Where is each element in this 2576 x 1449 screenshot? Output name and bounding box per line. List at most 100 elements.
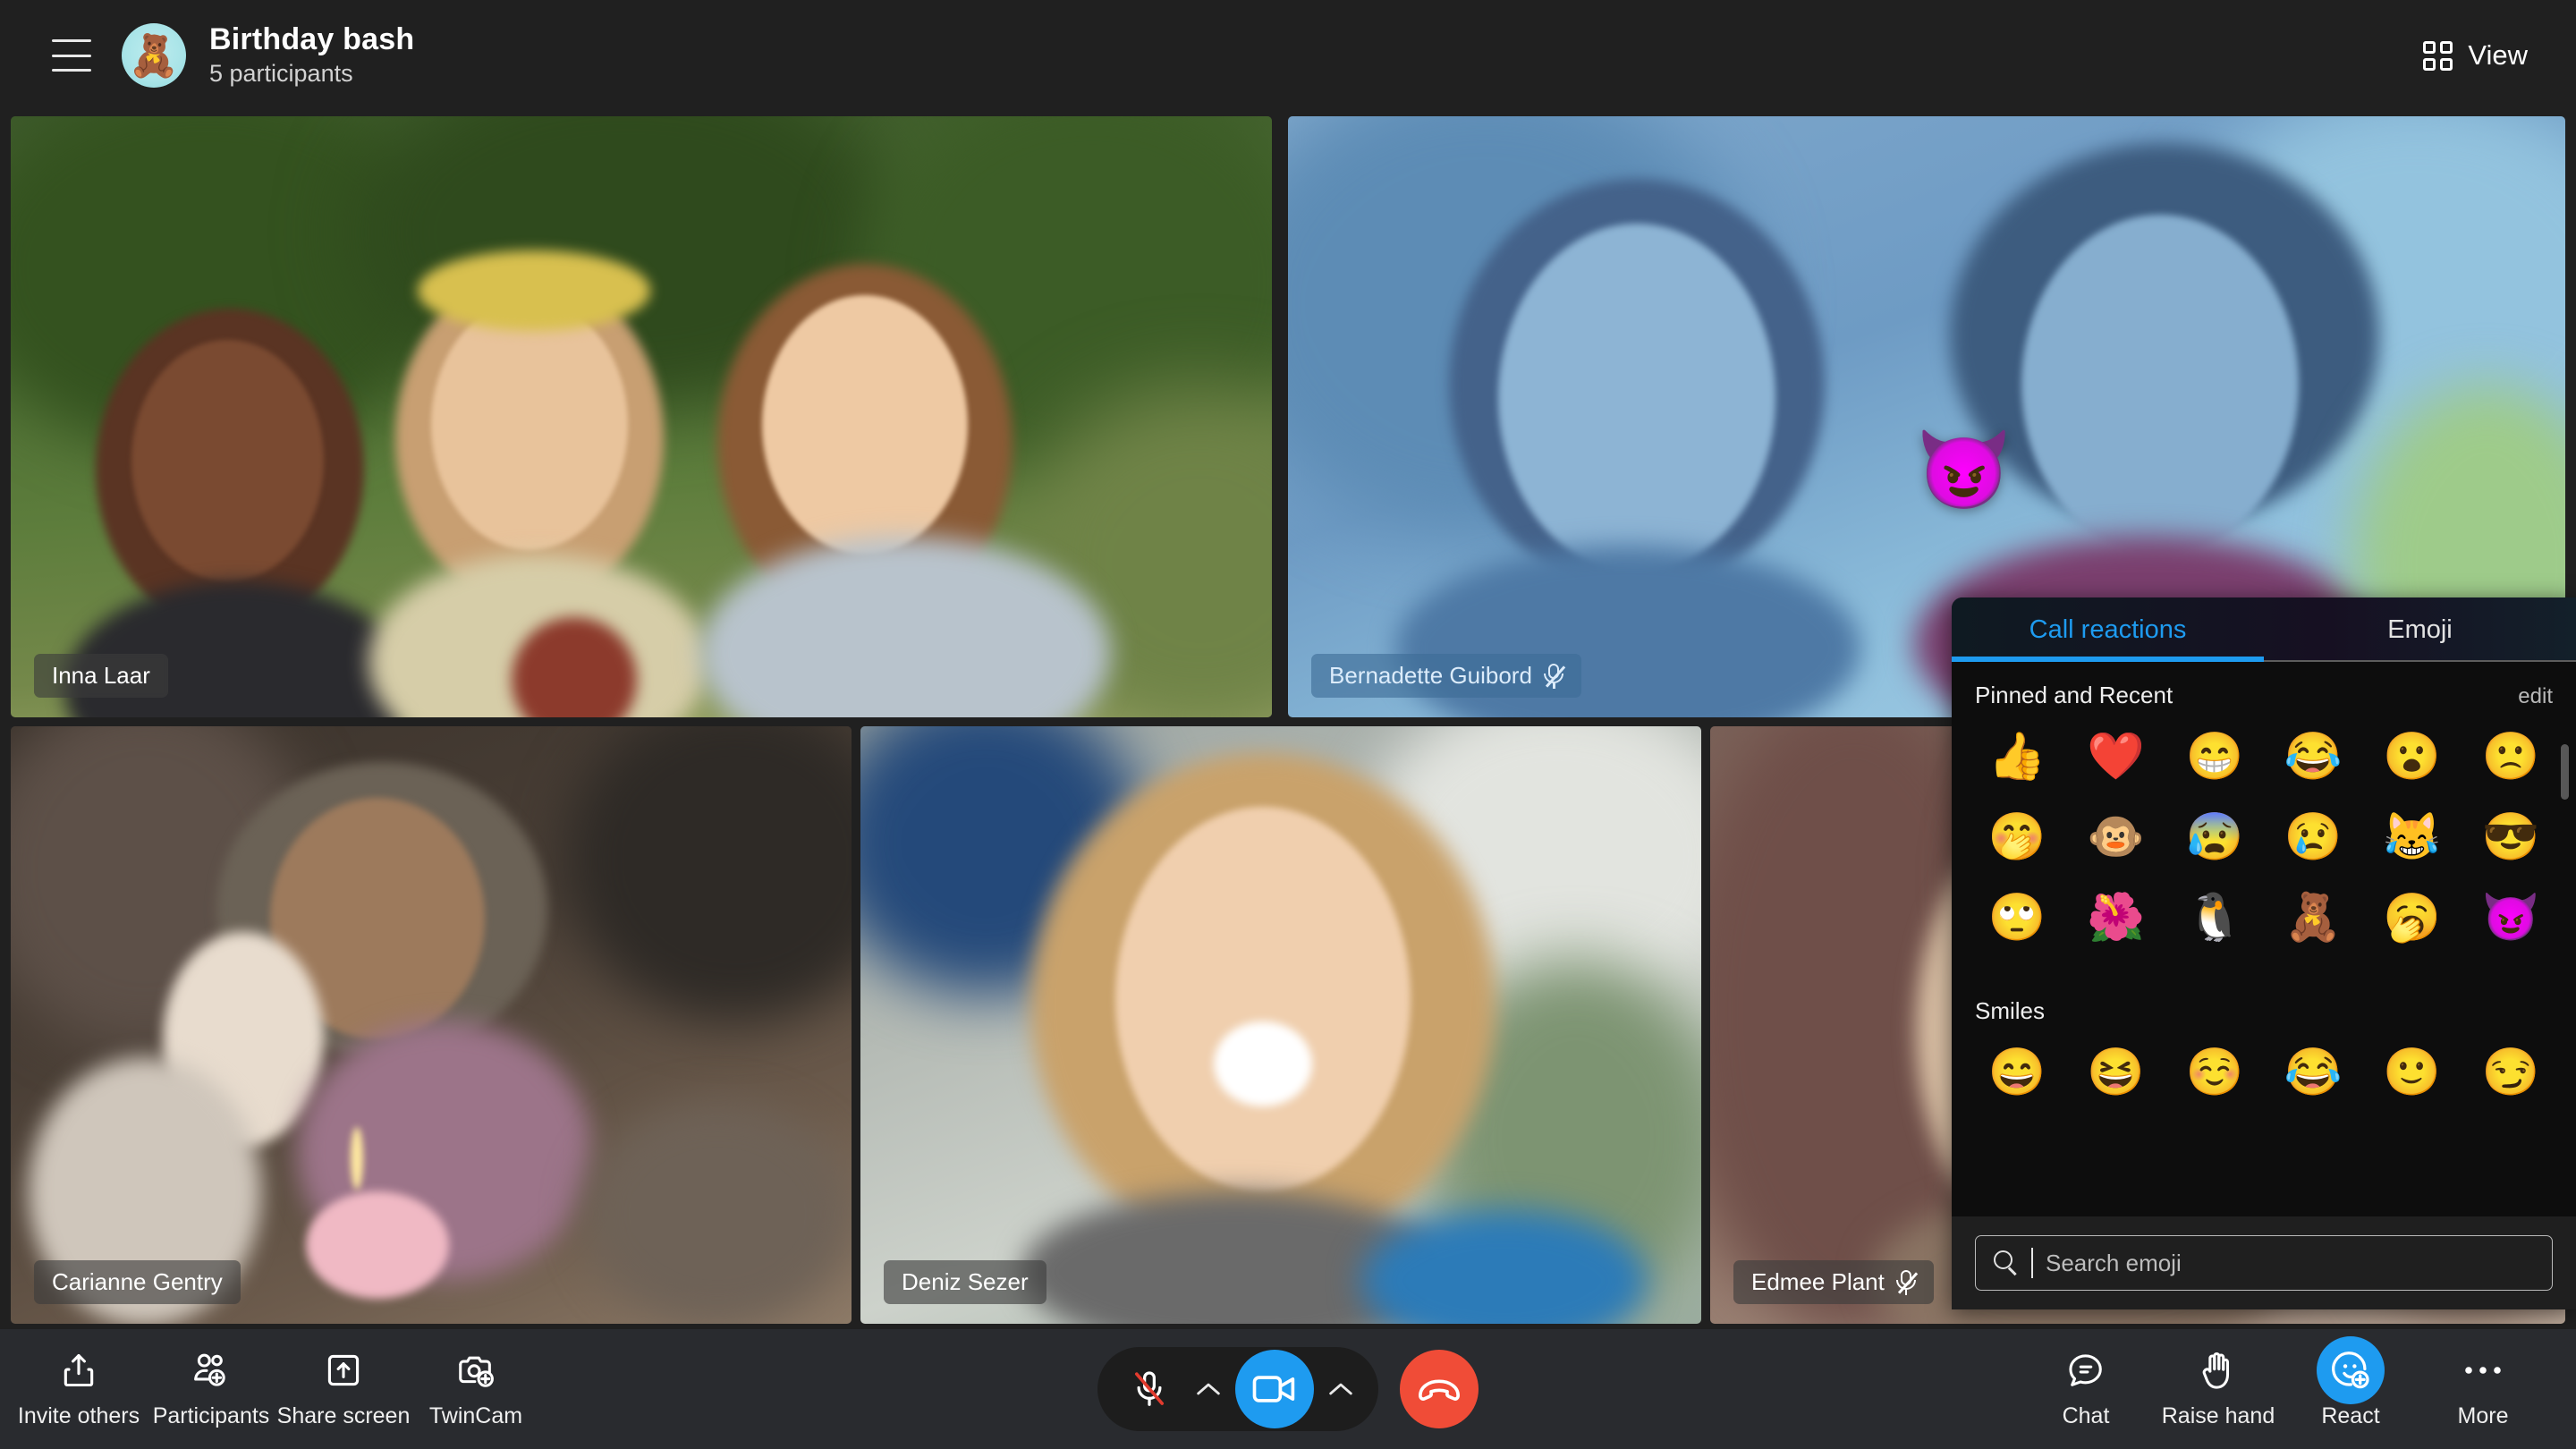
reactions-panel-scrollbar[interactable]	[2561, 744, 2569, 800]
microphone-options-chevron[interactable]	[1191, 1371, 1226, 1407]
share-screen-button[interactable]: Share screen	[277, 1349, 410, 1429]
participant-nametag: Bernadette Guibord	[1311, 654, 1581, 698]
participant-name: Deniz Sezer	[902, 1268, 1029, 1295]
slightly-smiling-face-emoji[interactable]: 🙂	[2362, 1032, 2461, 1113]
more-button[interactable]: More	[2417, 1349, 2549, 1429]
raise-hand-button[interactable]: Raise hand	[2152, 1349, 2284, 1429]
reactions-panel: Call reactions Emoji Pinned and Recent e…	[1952, 597, 2576, 1309]
smiling-face-with-sunglasses-emoji[interactable]: 😎	[2462, 797, 2560, 877]
grinning-face-smiling-eyes-emoji[interactable]: 😄	[1968, 1032, 2066, 1113]
more-label: More	[2457, 1403, 2509, 1428]
grinning-face-emoji[interactable]: 😁	[2165, 716, 2264, 797]
share-upload-icon	[59, 1349, 98, 1392]
tab-call-reactions[interactable]: Call reactions	[1952, 597, 2264, 662]
text-caret	[2031, 1248, 2033, 1278]
view-button-label: View	[2468, 39, 2528, 71]
end-call-button[interactable]	[1400, 1350, 1479, 1428]
section-title: Pinned and Recent	[1975, 682, 2174, 708]
react-label: React	[2321, 1403, 2380, 1428]
chat-label: Chat	[2062, 1403, 2110, 1428]
floating-reaction: 😈	[1916, 428, 2012, 513]
participant-name: Inna Laar	[52, 662, 150, 689]
toolbar-center-controls	[1097, 1347, 1479, 1431]
participants-label: Participants	[152, 1403, 270, 1428]
face-with-tears-of-joy-emoji[interactable]: 😂	[2264, 716, 2362, 797]
smiling-face-with-horns-reaction: 😈	[1916, 428, 2012, 513]
penguin-emoji[interactable]: 🐧	[2165, 877, 2264, 958]
toolbar-right-group: Chat Raise hand React More	[2020, 1336, 2549, 1429]
react-smiley-plus-icon	[2317, 1336, 2385, 1404]
reactions-panel-body[interactable]: Pinned and Recent edit 👍 ❤️ 😁 😂 😮 🙁 🤭 🐵 …	[1952, 662, 2576, 1216]
smiles-emoji-grid: 😄 😆 ☺️ 😂 🙂 😏	[1952, 1025, 2576, 1113]
view-button[interactable]: View	[2411, 30, 2540, 80]
monkey-emoji[interactable]: 🐵	[2066, 797, 2165, 877]
search-placeholder: Search emoji	[2046, 1249, 2182, 1276]
participant-name: Edmee Plant	[1751, 1268, 1885, 1295]
yawning-face-emoji[interactable]: 🥱	[2362, 877, 2461, 958]
video-feed	[11, 116, 1272, 717]
thumbs-up-emoji[interactable]: 👍	[1968, 716, 2066, 797]
surprised-face-emoji[interactable]: 😮	[2362, 716, 2461, 797]
participant-count: 5 participants	[209, 60, 353, 88]
blushing-smiling-face-emoji[interactable]: ☺️	[2165, 1032, 2264, 1113]
microphone-mute-toggle[interactable]	[1117, 1357, 1182, 1421]
react-active-circle	[2317, 1336, 2385, 1404]
crying-face-emoji[interactable]: 😢	[2264, 797, 2362, 877]
twincam-button[interactable]: TwinCam	[410, 1349, 542, 1429]
search-icon	[1994, 1250, 2019, 1275]
people-add-icon	[191, 1349, 232, 1392]
grid-view-icon	[2423, 40, 2453, 71]
invite-others-button[interactable]: Invite others	[13, 1349, 145, 1429]
raised-hand-icon	[2199, 1349, 2237, 1392]
twincam-label: TwinCam	[428, 1403, 523, 1428]
smirking-face-emoji[interactable]: 😏	[2462, 1032, 2560, 1113]
call-title-block: Birthday bash 5 participants	[209, 21, 415, 88]
section-title: Smiles	[1975, 997, 2046, 1024]
react-button[interactable]: React	[2284, 1336, 2417, 1429]
smiling-face-with-horns-emoji[interactable]: 😈	[2462, 877, 2560, 958]
video-tile-deniz-sezer[interactable]: Deniz Sezer	[860, 726, 1701, 1324]
face-with-tears-of-joy-emoji[interactable]: 😂	[2264, 1032, 2362, 1113]
reactions-panel-tabs: Call reactions Emoji	[1952, 597, 2576, 662]
anxious-face-with-sweat-emoji[interactable]: 😰	[2165, 797, 2264, 877]
hamburger-menu-icon[interactable]	[52, 39, 91, 72]
microphone-muted-icon	[1543, 663, 1566, 690]
mic-camera-pill	[1097, 1347, 1378, 1431]
tab-emoji-label: Emoji	[2387, 614, 2453, 644]
participants-button[interactable]: Participants	[145, 1349, 277, 1429]
search-input[interactable]: Search emoji	[1975, 1235, 2553, 1291]
invite-others-label: Invite others	[17, 1403, 140, 1428]
camera-toggle-button[interactable]	[1235, 1350, 1314, 1428]
laughing-squinting-face-emoji[interactable]: 😆	[2066, 1032, 2165, 1113]
face-with-rolling-eyes-emoji[interactable]: 🙄	[1968, 877, 2066, 958]
page-title: Birthday bash	[209, 21, 415, 56]
teddy-bear-emoji[interactable]: 🧸	[2264, 877, 2362, 958]
camera-options-chevron[interactable]	[1323, 1371, 1359, 1407]
video-feed	[11, 726, 852, 1324]
face-with-hand-over-mouth-emoji[interactable]: 🤭	[1968, 797, 2066, 877]
edit-pinned-button[interactable]: edit	[2518, 684, 2553, 709]
section-smiles-header: Smiles	[1952, 958, 2576, 1025]
toolbar-left-group: Invite others Participants Share screen …	[13, 1349, 542, 1429]
skype-call-window: 🧸 Birthday bash 5 participants View Inna…	[0, 0, 2576, 1449]
call-toolbar: Invite others Participants Share screen …	[0, 1329, 2576, 1449]
screen-share-icon	[324, 1349, 363, 1392]
video-tile-carianne-gentry[interactable]: Carianne Gentry	[11, 726, 852, 1324]
participant-name: Bernadette Guibord	[1329, 662, 1532, 689]
participant-nametag: Inna Laar	[34, 654, 168, 698]
flower-emoji[interactable]: 🌺	[2066, 877, 2165, 958]
emoji-search-bar: Search emoji	[1952, 1216, 2576, 1309]
chat-button[interactable]: Chat	[2020, 1349, 2152, 1429]
tab-emoji[interactable]: Emoji	[2264, 597, 2576, 662]
slightly-frowning-face-emoji[interactable]: 🙁	[2462, 716, 2560, 797]
participant-nametag: Carianne Gentry	[34, 1260, 241, 1304]
video-tile-inna-laar[interactable]: Inna Laar	[11, 116, 1272, 717]
red-heart-emoji[interactable]: ❤️	[2066, 716, 2165, 797]
laughing-with-tears-emoji[interactable]: 😹	[2362, 797, 2461, 877]
participant-nametag: Deniz Sezer	[884, 1260, 1046, 1304]
raise-hand-label: Raise hand	[2161, 1403, 2275, 1428]
participant-nametag: Edmee Plant	[1733, 1260, 1934, 1304]
avatar: 🧸	[122, 23, 186, 88]
section-pinned-and-recent-header: Pinned and Recent edit	[1952, 662, 2576, 709]
video-feed	[860, 726, 1701, 1324]
